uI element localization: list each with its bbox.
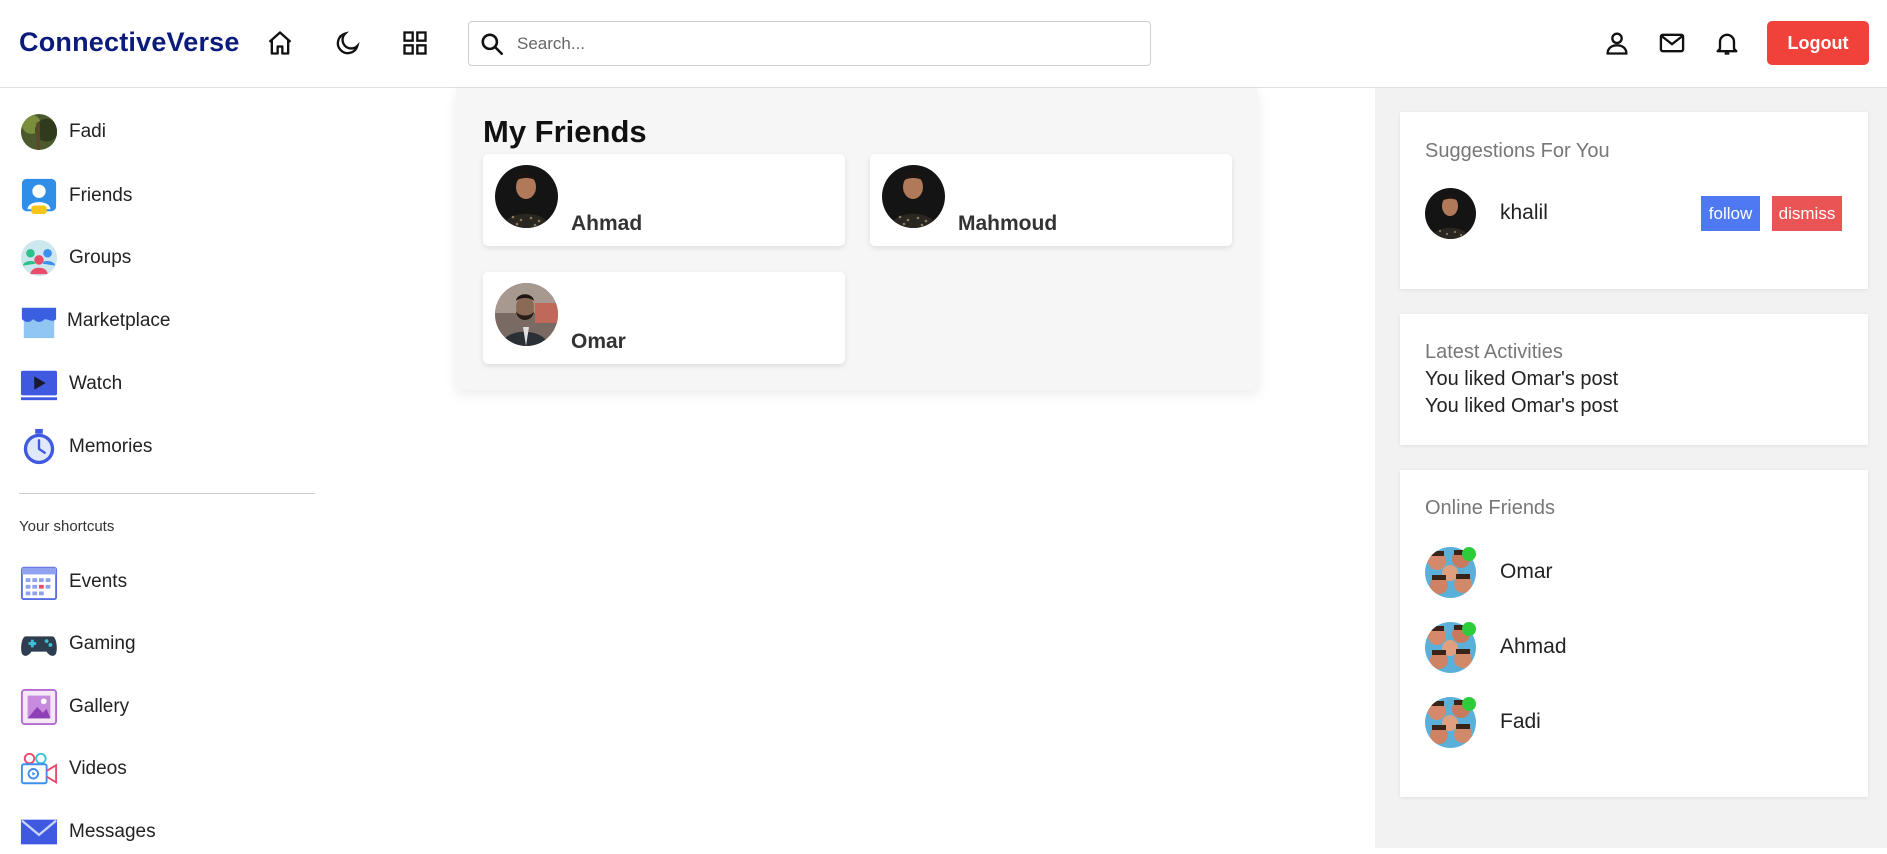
profile-avatar <box>19 112 59 152</box>
app-logo[interactable]: ConnectiveVerse <box>19 27 240 58</box>
activity-item: You liked Omar's post <box>1425 395 1619 417</box>
sidebar-item-groups[interactable]: Groups <box>19 236 131 280</box>
activity-item: You liked Omar's post <box>1425 368 1619 390</box>
sidebar-item-label: Marketplace <box>67 310 171 331</box>
suggestions-title: Suggestions For You <box>1425 140 1610 162</box>
friend-name: Ahmad <box>571 212 643 235</box>
shortcuts-heading: Your shortcuts <box>19 518 115 535</box>
online-status-dot <box>1462 622 1476 636</box>
sidebar-item-messages[interactable]: Messages <box>19 810 156 854</box>
sidebar-item-marketplace[interactable]: Marketplace <box>19 299 171 343</box>
search-bar[interactable] <box>468 21 1151 66</box>
follow-button[interactable]: follow <box>1701 196 1760 231</box>
online-friend-item[interactable]: Fadi <box>1425 697 1675 749</box>
my-friends-panel: My Friends Ahmad Mahmoud Omar <box>456 88 1258 390</box>
page-title: My Friends <box>483 114 647 149</box>
sidebar-item-label: Groups <box>69 247 132 268</box>
sidebar-item-label: Gaming <box>69 633 136 654</box>
online-friend-name: Omar <box>1500 560 1553 583</box>
online-friend-name: Ahmad <box>1500 635 1567 658</box>
sidebar-item-videos[interactable]: Videos <box>19 747 127 791</box>
latest-activities-card: Latest Activities You liked Omar's post … <box>1400 314 1868 445</box>
top-navbar: ConnectiveVerse Logout <box>0 0 1887 88</box>
left-sidebar: Fadi Friends Groups Marketplace Watch Me… <box>0 88 330 848</box>
sidebar-item-label: Watch <box>69 373 123 394</box>
gallery-icon <box>19 687 59 727</box>
memories-icon <box>19 427 59 467</box>
home-icon[interactable] <box>263 26 297 60</box>
sidebar-item-gaming[interactable]: Gaming <box>19 622 136 666</box>
right-sidebar: Suggestions For You khalil follow dismis… <box>1375 88 1887 848</box>
logout-button[interactable]: Logout <box>1767 21 1869 65</box>
sidebar-item-label: Events <box>69 571 128 592</box>
notification-bell-icon[interactable] <box>1710 26 1744 60</box>
profile-icon[interactable] <box>1600 26 1634 60</box>
friend-avatar <box>495 283 558 346</box>
suggestion-name[interactable]: khalil <box>1500 201 1548 225</box>
sidebar-item-gallery[interactable]: Gallery <box>19 685 129 729</box>
friend-name: Mahmoud <box>958 212 1058 235</box>
sidebar-item-events[interactable]: Events <box>19 560 127 604</box>
videos-icon <box>19 749 59 789</box>
friend-card[interactable]: Omar <box>483 272 845 364</box>
sidebar-item-friends[interactable]: Friends <box>19 174 132 218</box>
sidebar-item-label: Gallery <box>69 696 130 717</box>
friend-avatar <box>495 165 558 228</box>
events-icon <box>19 562 59 602</box>
mail-icon[interactable] <box>1655 26 1689 60</box>
sidebar-divider <box>19 493 315 494</box>
online-status-dot <box>1462 547 1476 561</box>
search-icon <box>481 33 504 56</box>
friend-avatar <box>882 165 945 228</box>
friends-icon <box>19 176 59 216</box>
sidebar-item-label: Videos <box>69 758 127 779</box>
online-friend-name: Fadi <box>1500 710 1541 733</box>
messages-icon <box>19 812 59 852</box>
gaming-icon <box>19 624 59 664</box>
online-status-dot <box>1462 697 1476 711</box>
online-friend-item[interactable]: Omar <box>1425 547 1675 599</box>
dark-mode-icon[interactable] <box>331 26 365 60</box>
sidebar-item-label: Memories <box>69 436 153 457</box>
online-friend-item[interactable]: Ahmad <box>1425 622 1675 674</box>
sidebar-item-watch[interactable]: Watch <box>19 362 122 406</box>
suggestions-card: Suggestions For You khalil follow dismis… <box>1400 112 1868 289</box>
online-friends-card: Online Friends Omar Ahmad Fadi <box>1400 470 1868 797</box>
suggestion-avatar <box>1425 188 1476 239</box>
sidebar-item-label: Fadi <box>69 121 106 142</box>
groups-icon <box>19 238 59 278</box>
apps-grid-icon[interactable] <box>398 26 432 60</box>
sidebar-item-label: Messages <box>69 821 156 842</box>
sidebar-item-profile[interactable]: Fadi <box>19 110 106 154</box>
activities-title: Latest Activities <box>1425 341 1563 363</box>
watch-icon <box>19 364 59 404</box>
friend-card[interactable]: Mahmoud <box>870 154 1232 246</box>
dismiss-button[interactable]: dismiss <box>1772 196 1842 231</box>
sidebar-item-memories[interactable]: Memories <box>19 425 152 469</box>
friend-name: Omar <box>571 330 626 353</box>
online-friends-title: Online Friends <box>1425 497 1556 519</box>
marketplace-icon <box>19 301 59 341</box>
friend-card[interactable]: Ahmad <box>483 154 845 246</box>
sidebar-item-label: Friends <box>69 185 133 206</box>
search-input[interactable] <box>517 22 1137 65</box>
